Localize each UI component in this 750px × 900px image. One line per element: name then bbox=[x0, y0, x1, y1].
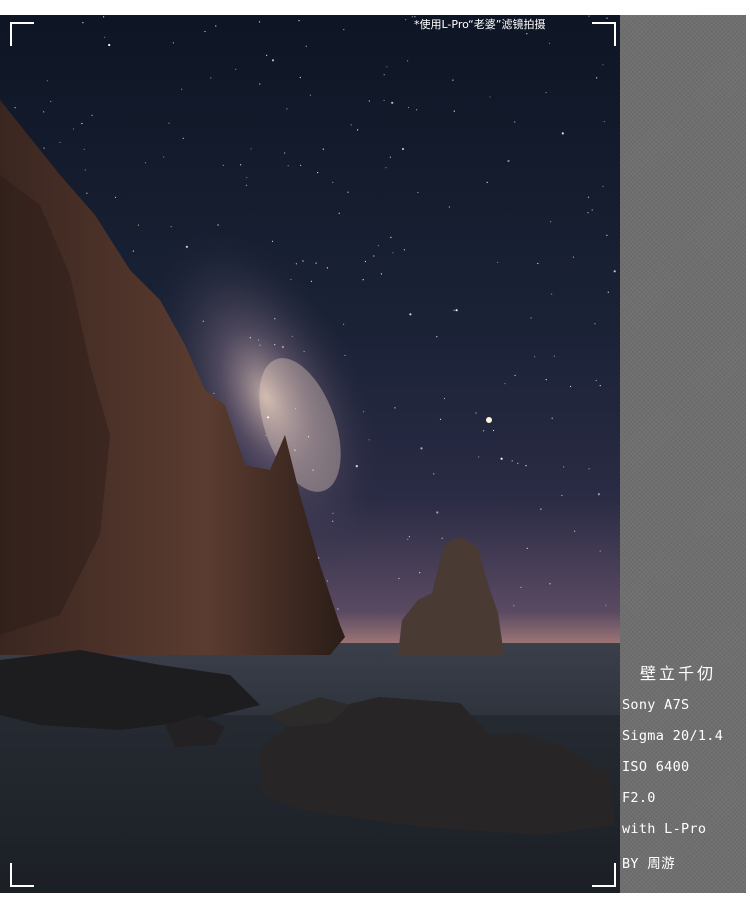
caption-lens: Sigma 20/1.4 bbox=[622, 728, 724, 744]
caption-author: BY 周游 bbox=[622, 856, 675, 872]
filter-note: *使用L-Pro“老婆”滤镜拍摄 bbox=[414, 18, 546, 31]
photo-artwork bbox=[0, 15, 620, 893]
frame-corner-bottom-left bbox=[10, 863, 34, 887]
caption-iso: ISO 6400 bbox=[622, 759, 690, 775]
frame-corner-bottom-right bbox=[592, 863, 616, 887]
bright-star bbox=[486, 417, 492, 423]
frame-corner-top-left bbox=[10, 22, 34, 46]
frame-corner-top-right bbox=[592, 22, 616, 46]
caption-camera: Sony A7S bbox=[622, 697, 690, 713]
caption-aperture: F2.0 bbox=[622, 790, 656, 806]
milky-way-photo bbox=[0, 15, 620, 893]
photo-title: 壁立千仞 bbox=[640, 664, 717, 683]
caption-filter: with L-Pro bbox=[622, 821, 707, 837]
